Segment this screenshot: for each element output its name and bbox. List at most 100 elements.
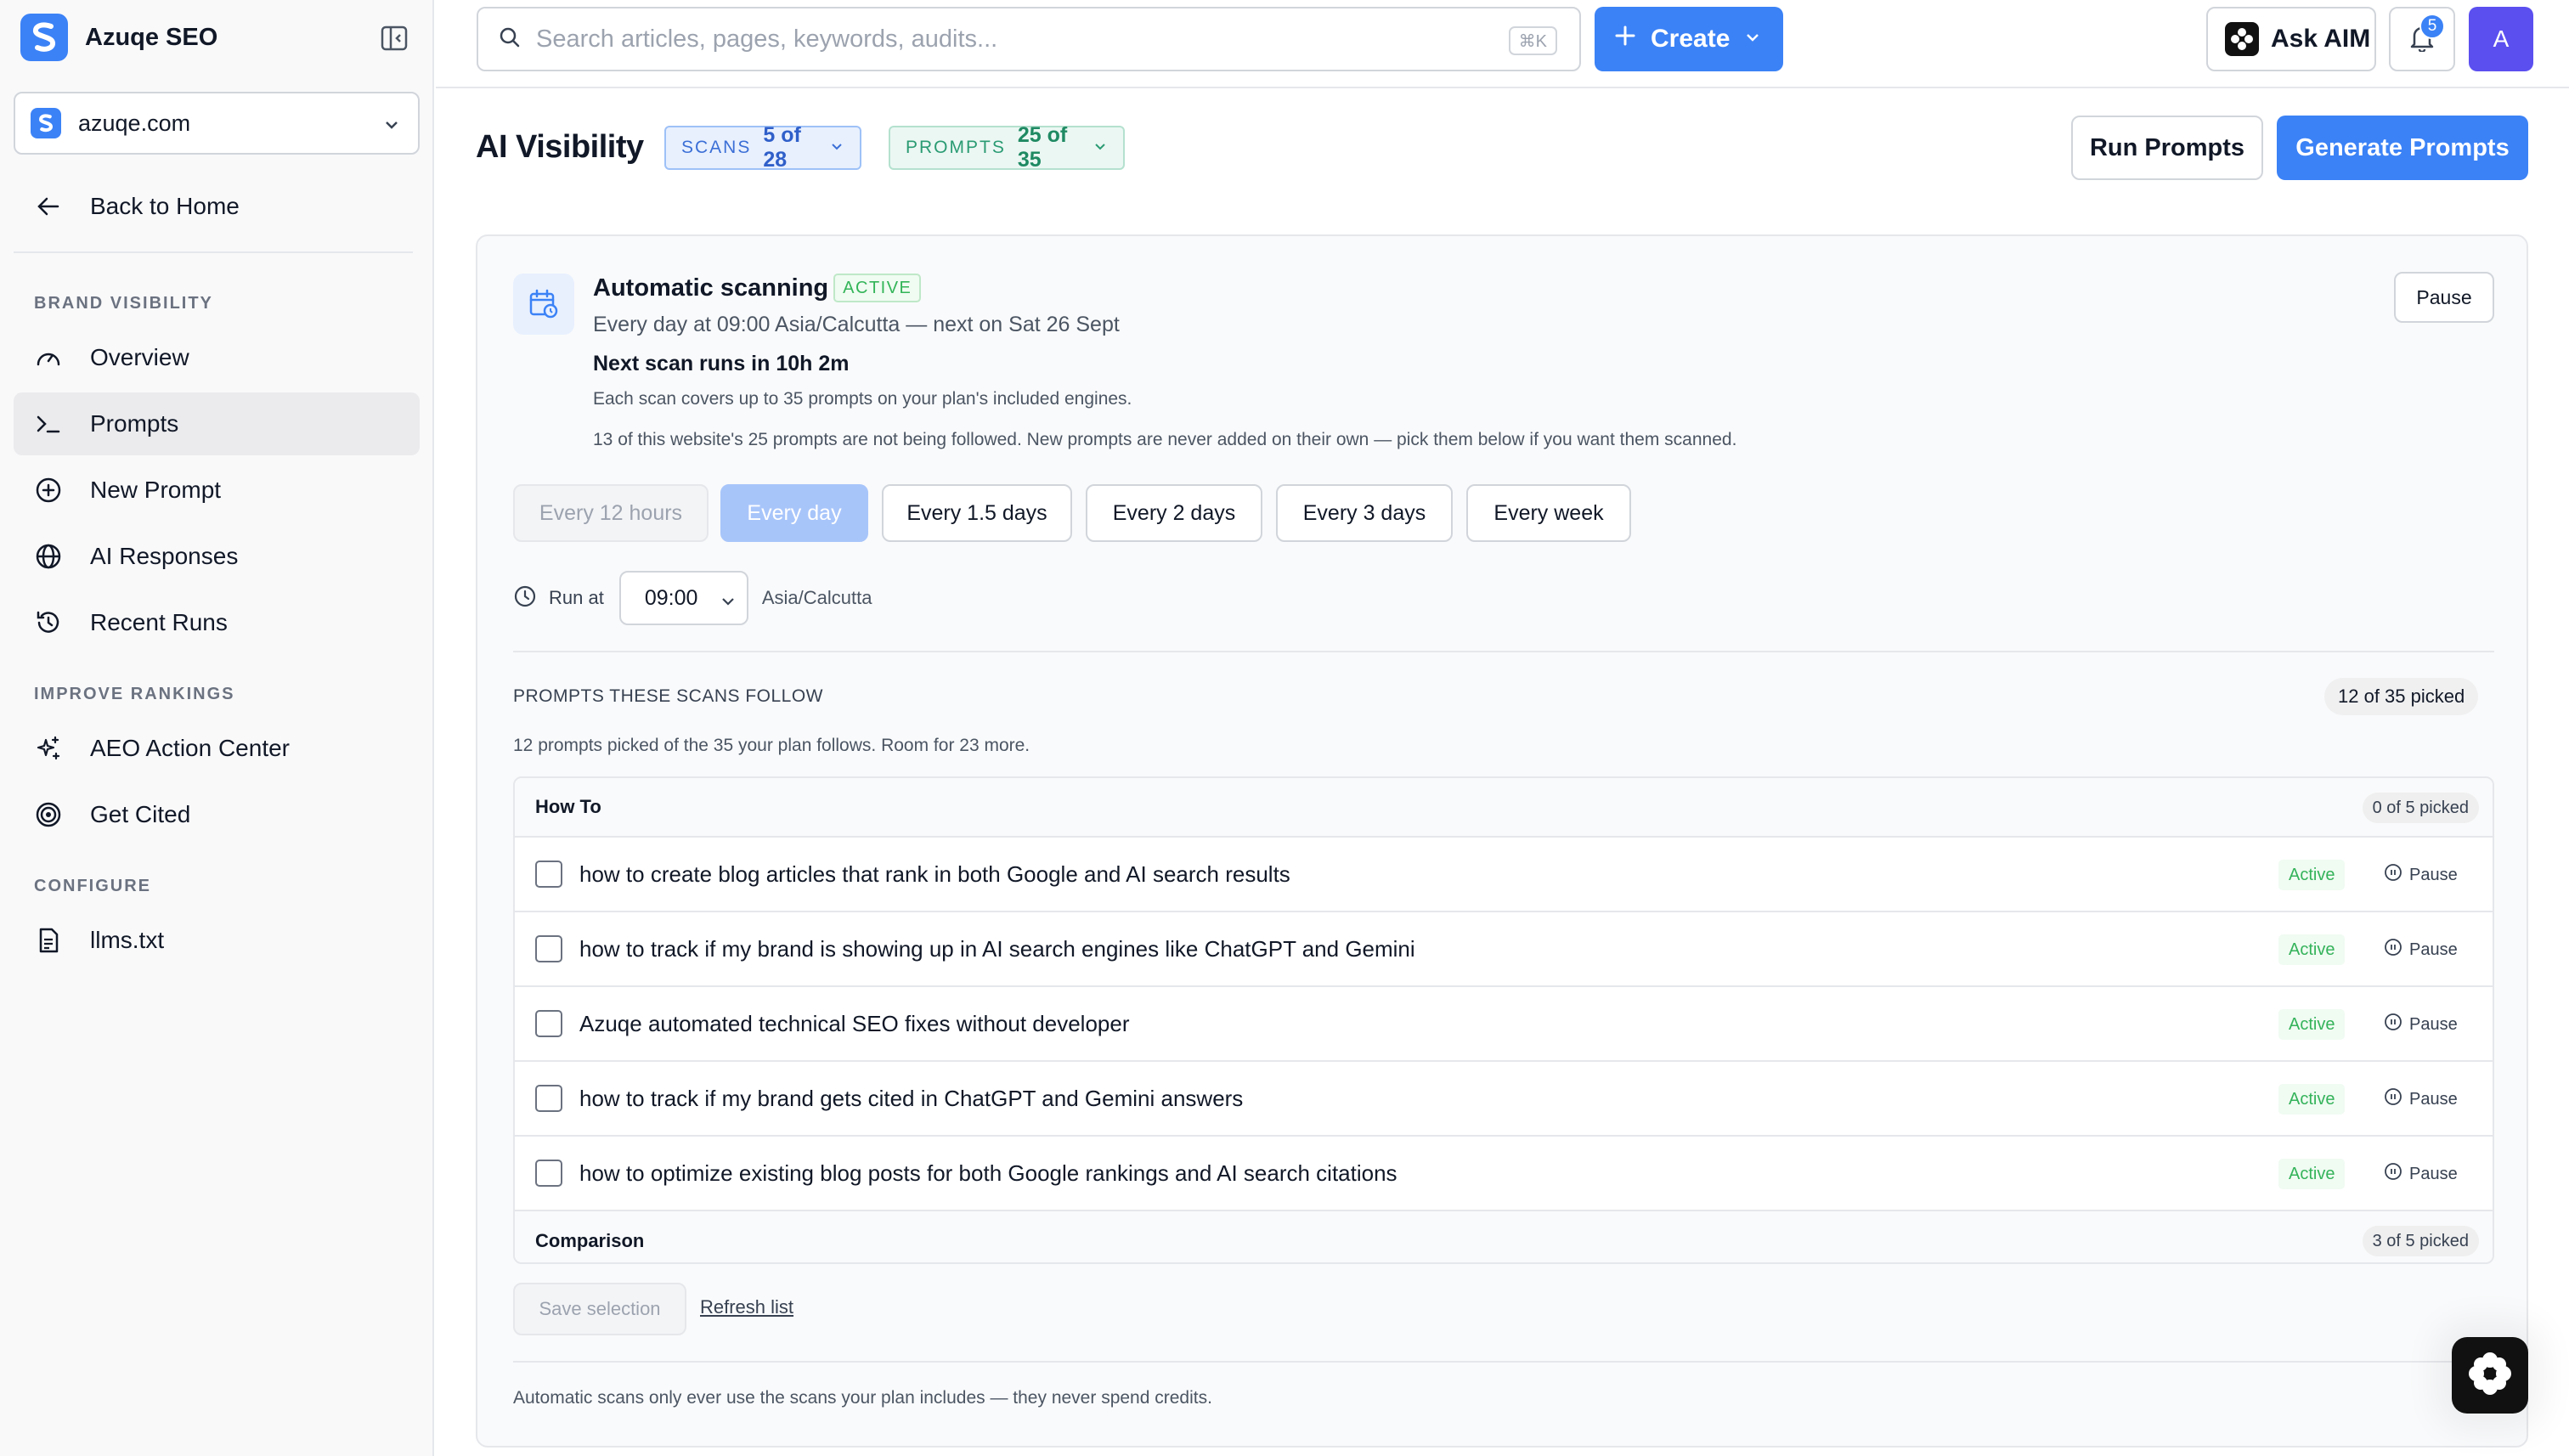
sidebar-item-ai-responses[interactable]: AI Responses <box>14 525 420 588</box>
sidebar-item-llms-txt[interactable]: llms.txt <box>14 909 420 972</box>
chevron-down-icon <box>1743 25 1762 54</box>
card-divider <box>513 1361 2494 1363</box>
automatic-scanning-label: Automatic scanning <box>593 274 829 302</box>
back-to-home-label: Back to Home <box>90 193 240 219</box>
terminal-icon <box>34 409 63 438</box>
scans-usage-dropdown[interactable]: SCANS 5 of 28 <box>664 123 861 172</box>
chevron-down-icon <box>829 138 844 158</box>
group-name: Comparison <box>535 1230 645 1251</box>
frequency-every-1-5-days[interactable]: Every 1.5 days <box>882 484 1072 542</box>
collapse-sidebar-icon[interactable] <box>380 24 409 53</box>
prompt-groups-list: How To 0 of 5 picked how to create blog … <box>513 776 2494 1264</box>
prompt-pause-button[interactable]: Pause <box>2384 860 2458 890</box>
sidebar-item-label: AI Responses <box>90 543 239 569</box>
sidebar-item-aeo-action-center[interactable]: AEO Action Center <box>14 717 420 780</box>
section-label-improve-rankings: IMPROVE RANKINGS <box>34 685 235 703</box>
pause-circle-icon <box>2384 938 2402 962</box>
prompt-checkbox[interactable] <box>535 1085 562 1112</box>
sidebar-item-label: Prompts <box>90 410 179 437</box>
sidebar-item-get-cited[interactable]: Get Cited <box>14 783 420 846</box>
automatic-scanning-title: Automatic scanning ACTIVE <box>593 274 922 302</box>
site-selector[interactable]: azuqe.com <box>14 92 420 155</box>
calendar-clock-icon <box>513 274 574 335</box>
status-badge: Active <box>2278 860 2346 890</box>
prompt-checkbox[interactable] <box>535 1160 562 1187</box>
prompt-checkbox[interactable] <box>535 935 562 962</box>
frequency-every-12-hours[interactable]: Every 12 hours <box>513 484 709 542</box>
run-at-time-select[interactable]: 09:00 <box>618 571 748 625</box>
sidebar-item-label: llms.txt <box>90 927 165 953</box>
prompt-pause-button[interactable]: Pause <box>2384 1084 2458 1115</box>
brand[interactable]: Azuqe SEO <box>20 14 217 61</box>
picked-count-badge: 12 of 35 picked <box>2324 678 2479 715</box>
ask-aim-button[interactable]: Ask AIM <box>2206 7 2376 71</box>
prompt-text: how to track if my brand is showing up i… <box>579 935 1415 962</box>
prompts-value: 25 of 35 <box>1017 123 1068 172</box>
site-logo-icon <box>31 108 61 138</box>
chevron-down-icon <box>382 116 401 138</box>
prompt-row: how to create blog articles that rank in… <box>515 838 2493 912</box>
prompt-pause-button[interactable]: Pause <box>2384 1159 2458 1189</box>
prompt-checkbox[interactable] <box>535 861 562 888</box>
site-name: azuqe.com <box>78 110 191 136</box>
notifications-button[interactable]: 5 <box>2389 7 2455 71</box>
next-scan-countdown: Next scan runs in 10h 2m <box>593 352 850 375</box>
status-badge: Active <box>2278 1159 2346 1189</box>
search-icon <box>499 26 521 53</box>
sidebar-item-label: Recent Runs <box>90 609 228 635</box>
assistant-flower-icon <box>2464 1347 2516 1404</box>
sparkles-icon <box>34 734 63 763</box>
arrow-left-icon <box>34 192 63 221</box>
generate-prompts-button[interactable]: Generate Prompts <box>2277 116 2528 180</box>
sidebar-item-recent-runs[interactable]: Recent Runs <box>14 591 420 654</box>
sidebar-item-new-prompt[interactable]: New Prompt <box>14 459 420 522</box>
credits-footnote: Automatic scans only ever use the scans … <box>513 1388 1212 1408</box>
group-picked-count: 3 of 5 picked <box>2362 1226 2479 1256</box>
prompt-row: how to track if my brand gets cited in C… <box>515 1062 2493 1137</box>
prompt-pause-label: Pause <box>2409 940 2458 959</box>
ask-aim-label: Ask AIM <box>2271 25 2371 53</box>
group-picked-count: 0 of 5 picked <box>2362 793 2479 823</box>
search-input[interactable] <box>536 25 1471 54</box>
user-avatar[interactable]: A <box>2469 7 2533 71</box>
prompt-pause-button[interactable]: Pause <box>2384 1009 2458 1040</box>
sidebar-item-label: AEO Action Center <box>90 735 291 761</box>
sidebar-item-prompts[interactable]: Prompts <box>14 392 420 455</box>
search-box[interactable]: ⌘K <box>477 7 1581 71</box>
frequency-every-week[interactable]: Every week <box>1466 484 1631 542</box>
sidebar-divider <box>14 251 413 253</box>
run-at-row: Run at 09:00 Asia/Calcutta <box>513 571 872 625</box>
prompt-text: Azuqe automated technical SEO fixes with… <box>579 1010 1130 1036</box>
prompt-row: Azuqe automated technical SEO fixes with… <box>515 987 2493 1062</box>
frequency-every-2-days[interactable]: Every 2 days <box>1086 484 1262 542</box>
prompt-pause-label: Pause <box>2409 865 2458 884</box>
not-followed-note: 13 of this website's 25 prompts are not … <box>593 430 1737 449</box>
refresh-list-link[interactable]: Refresh list <box>700 1296 793 1318</box>
group-header-how-to[interactable]: How To 0 of 5 picked <box>515 778 2493 838</box>
assistant-launcher-button[interactable] <box>2452 1337 2528 1414</box>
gauge-icon <box>34 343 63 372</box>
group-header-comparison[interactable]: Comparison 3 of 5 picked <box>515 1211 2493 1262</box>
prompt-checkbox[interactable] <box>535 1010 562 1037</box>
frequency-every-day[interactable]: Every day <box>720 484 868 542</box>
page-title: AI Visibility <box>476 129 644 165</box>
sidebar-item-label: Overview <box>90 344 189 370</box>
frequency-every-3-days[interactable]: Every 3 days <box>1276 484 1453 542</box>
scans-key: SCANS <box>681 138 752 157</box>
prompts-usage-dropdown[interactable]: PROMPTS 25 of 35 <box>889 123 1125 172</box>
scans-value: 5 of 28 <box>763 123 801 172</box>
aim-logo-icon <box>2225 22 2259 56</box>
prompts-key: PROMPTS <box>906 138 1006 157</box>
create-button[interactable]: Create <box>1595 7 1783 71</box>
chevron-down-icon <box>1093 138 1108 158</box>
prompt-pause-label: Pause <box>2409 1164 2458 1183</box>
back-to-home-link[interactable]: Back to Home <box>14 180 420 233</box>
run-prompts-button[interactable]: Run Prompts <box>2071 116 2263 180</box>
card-divider <box>513 651 2494 652</box>
sidebar-item-overview[interactable]: Overview <box>14 326 420 389</box>
prompt-pause-button[interactable]: Pause <box>2384 934 2458 965</box>
section-label-brand-visibility: BRAND VISIBILITY <box>34 294 213 313</box>
save-selection-button[interactable]: Save selection <box>513 1283 686 1335</box>
pause-scanning-button[interactable]: Pause <box>2394 272 2494 323</box>
prompt-text: how to create blog articles that rank in… <box>579 861 1290 887</box>
